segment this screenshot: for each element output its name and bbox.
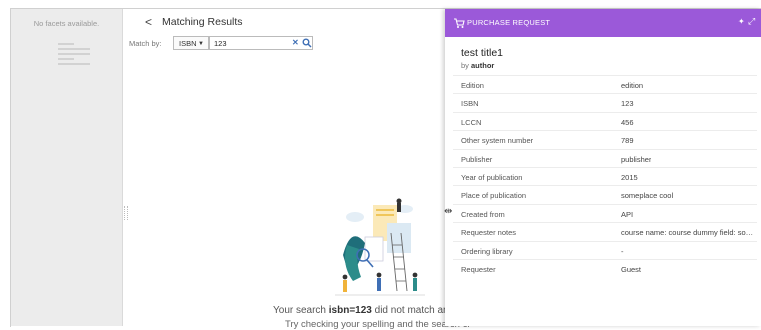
search-icon[interactable] — [302, 38, 312, 48]
facets-placeholder-lines-icon — [58, 43, 90, 68]
back-button[interactable]: < — [145, 15, 152, 29]
detail-row: Other system number 789 — [453, 130, 757, 148]
detail-row: Created from API — [453, 203, 757, 222]
purchase-request-panel: PURCHASE REQUEST ✦ ⤢ test title1 by auth… — [445, 9, 761, 326]
detail-row: Edition edition — [453, 75, 757, 93]
detail-row: Requester Guest — [453, 258, 757, 277]
no-results-hint: Try checking your spelling and the searc… — [285, 319, 471, 330]
detail-row: LCCN 456 — [453, 111, 757, 130]
no-results-illustration — [335, 198, 425, 296]
search-input[interactable] — [214, 37, 284, 49]
detail-row: Place of publication someplace cool — [453, 185, 757, 203]
match-by-select[interactable]: ISBN ▼ — [173, 36, 209, 50]
detail-row: Requester notes course name: course dummy… — [453, 222, 757, 240]
detail-row: ISBN 123 — [453, 93, 757, 111]
no-facets-text: No facets available. — [33, 19, 100, 28]
panel-title: PURCHASE REQUEST — [467, 18, 551, 27]
clear-icon[interactable]: ✕ — [292, 37, 299, 49]
detail-row: Year of publication 2015 — [453, 166, 757, 185]
record-details: Edition edition ISBN 123 LCCN 456 Other sys… — [453, 75, 757, 277]
no-results-query: isbn=123 — [328, 305, 372, 316]
search-field-wrap: ✕ — [209, 36, 313, 50]
facets-sidebar: No facets available. — [11, 9, 122, 326]
detail-row: Ordering library - — [453, 240, 757, 259]
resize-handle-icon[interactable]: ⇹ — [444, 206, 452, 217]
search-row: ISBN ▼ ✕ — [173, 36, 435, 52]
page-title: Matching Results — [162, 16, 243, 28]
record-author: by author — [461, 61, 495, 70]
detail-row: Publisher publisher — [453, 148, 757, 167]
match-by-value: ISBN — [179, 39, 197, 48]
pin-icon[interactable]: ✦ — [738, 17, 745, 26]
no-results-message: Your search isbn=123 did not match any — [273, 305, 454, 316]
panel-header: PURCHASE REQUEST ✦ ⤢ — [445, 9, 761, 37]
cart-icon — [454, 18, 465, 28]
expand-icon[interactable]: ⤢ — [748, 16, 755, 27]
record-title: test title1 — [461, 47, 504, 59]
match-by-label: Match by: — [129, 39, 162, 48]
results-pane: < Matching Results Match by: ISBN ▼ ✕ — [123, 9, 471, 330]
chevron-down-icon: ▼ — [198, 41, 204, 47]
